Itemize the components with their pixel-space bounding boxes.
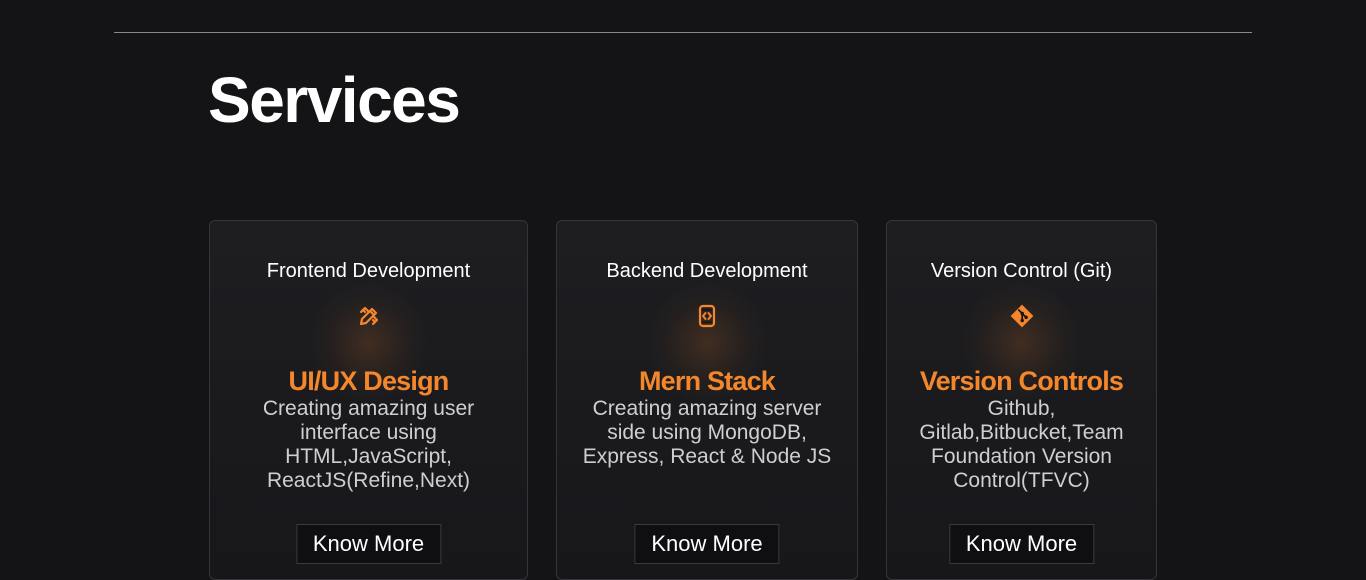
top-divider <box>114 32 1252 33</box>
code-device-icon <box>694 303 720 329</box>
know-more-button[interactable]: Know More <box>634 524 780 564</box>
service-card-description: Github, Gitlab,Bitbucket,Team Foundation… <box>919 397 1124 492</box>
service-card-frontend: Frontend Development UI/UX Design Creati… <box>209 220 528 580</box>
service-card-heading: Backend Development <box>606 260 808 282</box>
service-card-subtitle: Mern Stack <box>638 366 776 396</box>
service-card-description: Creating amazing server side using Mongo… <box>582 397 832 468</box>
git-icon <box>1009 303 1035 329</box>
service-card-subtitle: Version Controls <box>919 366 1124 396</box>
service-card-heading: Frontend Development <box>266 260 471 282</box>
pencil-ruler-icon <box>356 303 382 329</box>
service-card-subtitle: UI/UX Design <box>288 366 450 396</box>
service-card-description: Creating amazing user interface using HT… <box>262 397 475 492</box>
service-card-heading: Version Control (Git) <box>930 260 1113 282</box>
service-card-backend: Backend Development Mern Stack Creating … <box>556 220 858 580</box>
know-more-button[interactable]: Know More <box>948 524 1095 564</box>
know-more-button[interactable]: Know More <box>295 524 442 564</box>
service-card-version-control: Version Control (Git) Version Controls G… <box>886 220 1157 580</box>
page-title: Services <box>208 64 461 136</box>
